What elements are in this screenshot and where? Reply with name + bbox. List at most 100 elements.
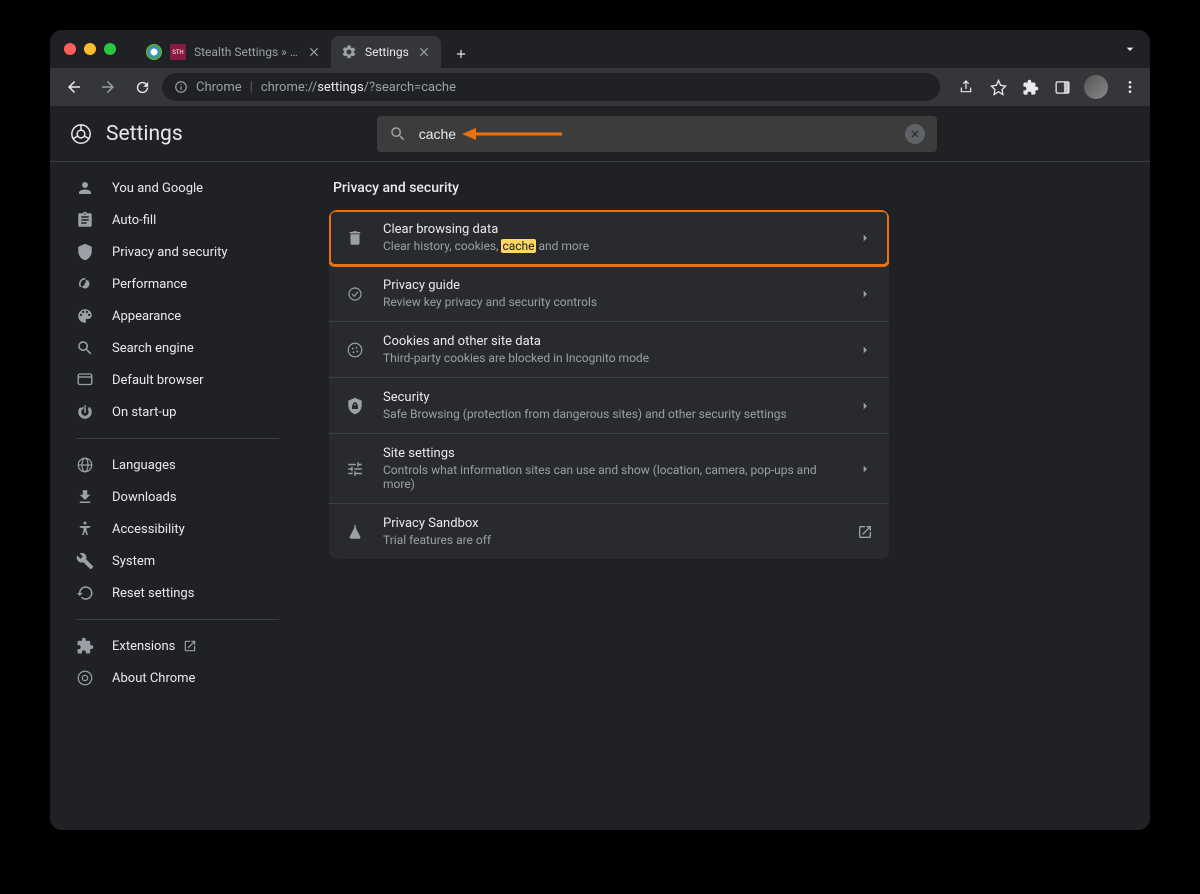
forward-button[interactable] xyxy=(94,73,122,101)
section-title: Privacy and security xyxy=(333,180,1126,196)
row-title: Cookies and other site data xyxy=(383,334,839,349)
divider xyxy=(76,438,279,439)
divider xyxy=(76,619,279,620)
tab-title: Stealth Settings » Sursa de tut xyxy=(194,45,299,59)
extensions-button[interactable] xyxy=(1020,77,1040,97)
sidebar-item-performance[interactable]: Performance xyxy=(58,268,297,300)
sidebar-label: Default browser xyxy=(112,373,204,388)
favicon-icon xyxy=(146,44,162,60)
toolbar-right xyxy=(946,75,1140,99)
close-icon[interactable] xyxy=(307,45,321,59)
close-icon[interactable] xyxy=(417,45,431,59)
settings-search[interactable] xyxy=(377,116,937,152)
download-icon xyxy=(76,488,94,506)
window-minimize[interactable] xyxy=(84,43,96,55)
content-area: Privacy and security Clear browsing data… xyxy=(305,162,1150,830)
sidebar-item-on-startup[interactable]: On start-up xyxy=(58,396,297,428)
row-privacy-guide[interactable]: Privacy guide Review key privacy and sec… xyxy=(329,266,889,322)
sidebar-item-languages[interactable]: Languages xyxy=(58,449,297,481)
sidebar-label: Auto-fill xyxy=(112,213,156,228)
chevron-right-icon xyxy=(857,286,873,302)
sidebar-label: Downloads xyxy=(112,490,177,505)
bookmark-button[interactable] xyxy=(988,77,1008,97)
favicon-icon: STH xyxy=(170,44,186,60)
sidebar-item-extensions[interactable]: Extensions xyxy=(58,630,297,662)
puzzle-icon xyxy=(76,637,94,655)
clipboard-icon xyxy=(76,211,94,229)
chevron-right-icon xyxy=(857,342,873,358)
row-subtitle: Clear history, cookies, cache and more xyxy=(383,239,839,253)
new-tab-button[interactable] xyxy=(447,40,475,68)
sidebar-item-default-browser[interactable]: Default browser xyxy=(58,364,297,396)
tab-1[interactable]: Settings xyxy=(331,36,441,68)
palette-icon xyxy=(76,307,94,325)
sidebar-item-system[interactable]: System xyxy=(58,545,297,577)
window-close[interactable] xyxy=(64,43,76,55)
sidebar-item-privacy-security[interactable]: Privacy and security xyxy=(58,236,297,268)
chevron-right-icon xyxy=(857,461,873,477)
row-clear-browsing-data[interactable]: Clear browsing data Clear history, cooki… xyxy=(329,210,889,266)
clear-search-button[interactable] xyxy=(905,124,925,144)
sidebar-label: Accessibility xyxy=(112,522,185,537)
row-subtitle: Review key privacy and security controls xyxy=(383,295,839,309)
arrow-right-icon xyxy=(99,78,117,96)
sidepanel-button[interactable] xyxy=(1052,77,1072,97)
sidebar-item-about[interactable]: About Chrome xyxy=(58,662,297,694)
sidebar-item-search-engine[interactable]: Search engine xyxy=(58,332,297,364)
row-site-settings[interactable]: Site settings Controls what information … xyxy=(329,434,889,504)
chrome-icon xyxy=(76,669,94,687)
reload-button[interactable] xyxy=(128,73,156,101)
window-maximize[interactable] xyxy=(104,43,116,55)
sidebar-label: System xyxy=(112,554,155,569)
chrome-logo-icon xyxy=(70,123,92,145)
sidebar-item-appearance[interactable]: Appearance xyxy=(58,300,297,332)
power-icon xyxy=(76,403,94,421)
row-subtitle: Controls what information sites can use … xyxy=(383,463,839,491)
row-title: Privacy guide xyxy=(383,278,839,293)
row-security[interactable]: Security Safe Browsing (protection from … xyxy=(329,378,889,434)
sidebar-item-downloads[interactable]: Downloads xyxy=(58,481,297,513)
sidebar-item-you-and-google[interactable]: You and Google xyxy=(58,172,297,204)
chevron-down-icon xyxy=(1122,41,1138,57)
sidebar-label: Search engine xyxy=(112,341,194,356)
back-button[interactable] xyxy=(60,73,88,101)
sidebar-label: Appearance xyxy=(112,309,181,324)
toolbar: Chrome | chrome://settings/?search=cache xyxy=(50,68,1150,106)
row-privacy-sandbox[interactable]: Privacy Sandbox Trial features are off xyxy=(329,504,889,559)
lock-icon xyxy=(345,396,365,416)
tab-0[interactable]: STH Stealth Settings » Sursa de tut xyxy=(136,36,331,68)
puzzle-icon xyxy=(1022,79,1039,96)
accessibility-icon xyxy=(76,520,94,538)
open-in-new-icon xyxy=(857,524,873,540)
sidebar-label: You and Google xyxy=(112,181,203,196)
sidebar-item-reset[interactable]: Reset settings xyxy=(58,577,297,609)
row-cookies[interactable]: Cookies and other site data Third-party … xyxy=(329,322,889,378)
shield-icon xyxy=(76,243,94,261)
sidebar-item-autofill[interactable]: Auto-fill xyxy=(58,204,297,236)
sidebar-item-accessibility[interactable]: Accessibility xyxy=(58,513,297,545)
url-chrome-label: Chrome xyxy=(196,80,242,95)
search-input[interactable] xyxy=(419,126,893,142)
sidebar-label: Extensions xyxy=(112,639,175,654)
tab-list-button[interactable] xyxy=(1122,41,1138,57)
row-subtitle: Safe Browsing (protection from dangerous… xyxy=(383,407,839,421)
reload-icon xyxy=(134,79,151,96)
settings-header: Settings xyxy=(50,106,1150,162)
sidebar-label: Privacy and security xyxy=(112,245,228,260)
chevron-right-icon xyxy=(857,398,873,414)
share-button[interactable] xyxy=(956,77,976,97)
panel-icon xyxy=(1054,79,1071,96)
row-subtitle: Third-party cookies are blocked in Incog… xyxy=(383,351,839,365)
chrome-window: STH Stealth Settings » Sursa de tut Sett… xyxy=(50,30,1150,830)
gear-icon xyxy=(341,44,357,60)
sidebar-label: Reset settings xyxy=(112,586,194,601)
close-icon xyxy=(909,128,921,140)
star-icon xyxy=(990,79,1007,96)
sidebar-label: About Chrome xyxy=(112,671,195,686)
menu-button[interactable] xyxy=(1120,77,1140,97)
site-info-icon[interactable] xyxy=(174,80,188,94)
profile-avatar[interactable] xyxy=(1084,75,1108,99)
tune-icon xyxy=(345,459,365,479)
address-bar[interactable]: Chrome | chrome://settings/?search=cache xyxy=(162,73,940,101)
url-path: /?search=cache xyxy=(364,80,456,95)
